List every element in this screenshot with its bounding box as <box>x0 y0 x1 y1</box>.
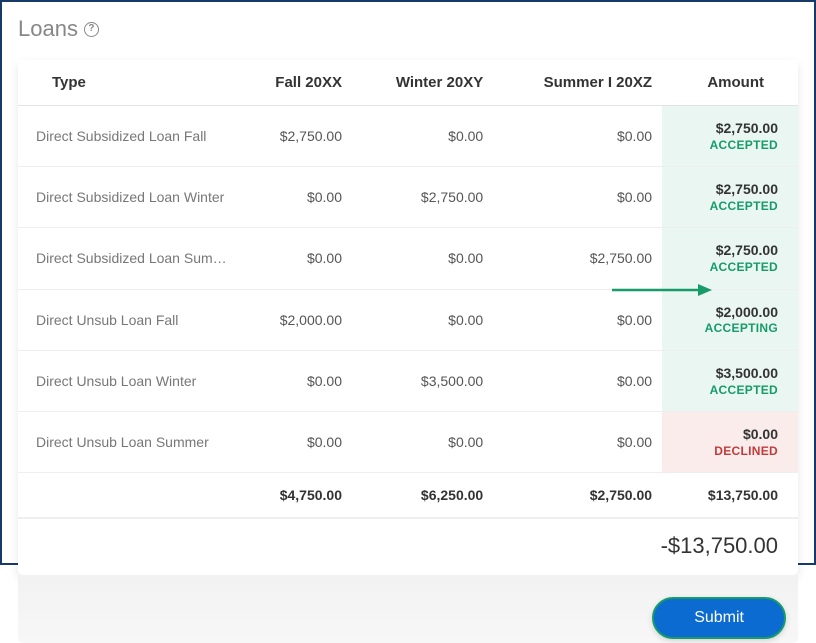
loan-type: Direct Unsub Loan Fall <box>18 289 238 350</box>
totals-row: $4,750.00 $6,250.00 $2,750.00 $13,750.00 <box>18 473 798 518</box>
loan-t3: $0.00 <box>493 106 662 167</box>
loan-type: Direct Subsidized Loan Winter <box>18 167 238 228</box>
status-badge: ACCEPTED <box>710 199 778 213</box>
grand-total-value: -$13,750.00 <box>661 533 778 559</box>
loan-amount: $3,500.00 <box>716 365 778 382</box>
totals-amount: $13,750.00 <box>662 473 798 518</box>
status-badge: DECLINED <box>714 444 778 458</box>
table-header-row: Type Fall 20XX Winter 20XY Summer I 20XZ… <box>18 60 798 106</box>
loan-amount: $2,000.00 <box>716 304 778 321</box>
loan-t1: $0.00 <box>238 411 352 472</box>
totals-term3: $2,750.00 <box>493 473 662 518</box>
loan-t3: $0.00 <box>493 167 662 228</box>
table-row: Direct Subsidized Loan Fall$2,750.00$0.0… <box>18 106 798 167</box>
col-amount: Amount <box>662 60 798 106</box>
status-badge: ACCEPTED <box>710 260 778 274</box>
status-badge: ACCEPTED <box>710 383 778 397</box>
loan-t1: $2,000.00 <box>238 289 352 350</box>
table-row: Direct Unsub Loan Fall$2,000.00$0.00$0.0… <box>18 289 798 350</box>
loan-t1: $0.00 <box>238 167 352 228</box>
table-row: Direct Unsub Loan Summer$0.00$0.00$0.00$… <box>18 411 798 472</box>
page-title-text: Loans <box>18 16 78 42</box>
loan-t3: $2,750.00 <box>493 228 662 289</box>
loan-type: Direct Unsub Loan Summer <box>18 411 238 472</box>
loan-amount: $0.00 <box>743 426 778 443</box>
grand-total: -$13,750.00 <box>18 518 798 575</box>
loan-type: Direct Unsub Loan Winter <box>18 350 238 411</box>
col-term3: Summer I 20XZ <box>493 60 662 106</box>
loan-t2: $0.00 <box>352 411 493 472</box>
totals-term2: $6,250.00 <box>352 473 493 518</box>
page-title: Loans ? <box>14 12 802 60</box>
loan-amount: $2,750.00 <box>716 242 778 259</box>
loan-t1: $2,750.00 <box>238 106 352 167</box>
table-row: Direct Unsub Loan Winter$0.00$3,500.00$0… <box>18 350 798 411</box>
loan-t2: $0.00 <box>352 228 493 289</box>
loan-t3: $0.00 <box>493 411 662 472</box>
status-badge: ACCEPTED <box>710 138 778 152</box>
loan-t1: $0.00 <box>238 228 352 289</box>
help-icon[interactable]: ? <box>84 22 99 37</box>
totals-blank <box>18 473 238 518</box>
loan-amount-cell: $2,750.00ACCEPTED <box>662 228 798 289</box>
loan-type: Direct Subsidized Loan Fall <box>18 106 238 167</box>
loan-amount-cell: $2,750.00ACCEPTED <box>662 106 798 167</box>
loan-amount: $2,750.00 <box>716 120 778 137</box>
table-row: Direct Subsidized Loan Winter$0.00$2,750… <box>18 167 798 228</box>
loan-amount-cell: $2,750.00ACCEPTED <box>662 167 798 228</box>
loan-amount-cell: $0.00DECLINED <box>662 411 798 472</box>
table-row: Direct Subsidized Loan Sum…$0.00$0.00$2,… <box>18 228 798 289</box>
loan-t1: $0.00 <box>238 350 352 411</box>
status-badge: ACCEPTING <box>705 321 778 335</box>
loan-t3: $0.00 <box>493 289 662 350</box>
submit-button[interactable]: Submit <box>652 597 786 639</box>
loan-t2: $0.00 <box>352 106 493 167</box>
col-term1: Fall 20XX <box>238 60 352 106</box>
col-term2: Winter 20XY <box>352 60 493 106</box>
loan-t3: $0.00 <box>493 350 662 411</box>
loan-amount: $2,750.00 <box>716 181 778 198</box>
loan-amount-cell: $2,000.00ACCEPTING <box>662 289 798 350</box>
loan-amount-cell: $3,500.00ACCEPTED <box>662 350 798 411</box>
totals-term1: $4,750.00 <box>238 473 352 518</box>
loan-t2: $2,750.00 <box>352 167 493 228</box>
loan-type: Direct Subsidized Loan Sum… <box>18 228 238 289</box>
col-type: Type <box>18 60 238 106</box>
loans-card: Type Fall 20XX Winter 20XY Summer I 20XZ… <box>18 60 798 575</box>
loan-t2: $0.00 <box>352 289 493 350</box>
loan-t2: $3,500.00 <box>352 350 493 411</box>
loans-table: Type Fall 20XX Winter 20XY Summer I 20XZ… <box>18 60 798 518</box>
footer: Submit <box>18 575 798 639</box>
